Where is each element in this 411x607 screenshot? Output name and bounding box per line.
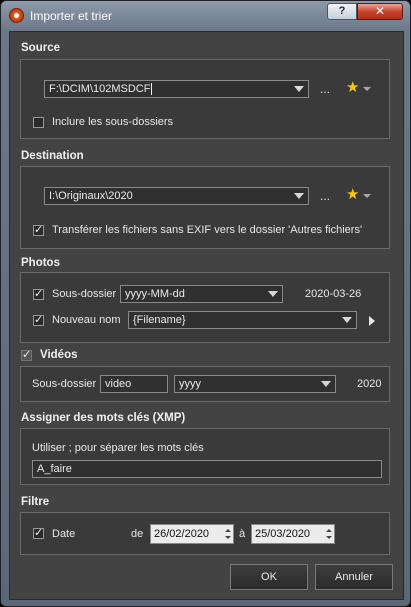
spin-up-icon[interactable] <box>326 529 332 532</box>
destination-header: Destination <box>21 150 84 162</box>
video-subfolder-preview: 2020 <box>357 378 382 390</box>
source-path-combo[interactable]: F:\DCIM\102MSDCF <box>44 80 309 98</box>
import-dialog-window: Importer et trier ? ✕ Source F:\DCIM\102… <box>0 0 411 607</box>
date-to-label: à <box>239 528 246 540</box>
favorite-star-icon[interactable]: ★ <box>346 80 359 95</box>
favorites-dropdown-icon[interactable] <box>363 87 371 91</box>
photo-subfolder-preview: 2020-03-26 <box>305 288 362 300</box>
filter-panel: Date de 26/02/2020 à 25/03/2020 <box>20 512 390 555</box>
cancel-button[interactable]: Annuler <box>315 564 393 590</box>
video-subfolder-name-input[interactable]: video <box>100 375 168 393</box>
chevron-down-icon <box>342 317 352 323</box>
source-path-value: F:\DCIM\102MSDCF <box>49 83 151 95</box>
spin-up-icon[interactable] <box>225 529 231 532</box>
destination-panel: I:\Originaux\2020 ... ★ Transférer les f… <box>20 166 390 249</box>
keywords-header: Assigner des mots clés (XMP) <box>21 412 186 424</box>
transfer-no-exif-label: Transférer les fichiers sans EXIF vers l… <box>52 224 363 236</box>
destination-path-combo[interactable]: I:\Originaux\2020 <box>44 187 309 205</box>
video-subfolder-format-combo[interactable]: yyyy <box>174 375 336 393</box>
source-browse-button[interactable]: ... <box>320 82 330 96</box>
favorite-star-icon[interactable]: ★ <box>346 187 359 202</box>
photo-subfolder-label: Sous-dossier <box>52 288 117 300</box>
close-button[interactable]: ✕ <box>357 3 403 20</box>
photos-header: Photos <box>21 257 60 269</box>
date-from-label: de <box>131 528 144 540</box>
new-name-value: {Filename} <box>133 314 186 326</box>
photo-subfolder-format-combo[interactable]: yyyy-MM-dd <box>120 285 283 303</box>
favorites-dropdown-icon[interactable] <box>363 194 371 198</box>
spin-down-icon[interactable] <box>225 536 231 539</box>
filter-header: Filtre <box>21 496 50 508</box>
insert-token-arrow-icon[interactable] <box>369 316 375 326</box>
keywords-hint: Utiliser ; pour séparer les mots clés <box>32 442 204 454</box>
ok-button[interactable]: OK <box>230 564 308 590</box>
app-logo-icon <box>9 8 24 23</box>
spin-down-icon[interactable] <box>326 536 332 539</box>
photo-subfolder-checkbox[interactable] <box>33 287 44 300</box>
new-name-label: Nouveau nom <box>52 314 121 326</box>
transfer-no-exif-checkbox[interactable] <box>33 223 44 236</box>
keywords-panel: Utiliser ; pour séparer les mots clés A_… <box>20 428 390 485</box>
include-subfolders-label: Inclure les sous-dossiers <box>52 116 174 128</box>
chevron-down-icon <box>321 381 331 387</box>
videos-checkbox[interactable] <box>21 348 32 361</box>
chevron-down-icon <box>294 193 304 199</box>
destination-browse-button[interactable]: ... <box>320 189 330 203</box>
date-filter-label: Date <box>52 528 76 540</box>
date-to-spinbox[interactable]: 25/03/2020 <box>251 524 335 544</box>
help-button[interactable]: ? <box>327 3 357 20</box>
photos-panel: Sous-dossier yyyy-MM-dd 2020-03-26 Nouve… <box>20 272 390 343</box>
new-name-combo[interactable]: {Filename} <box>128 311 357 329</box>
videos-panel: Sous-dossier video yyyy 2020 <box>20 366 390 402</box>
keywords-input[interactable]: A_faire <box>32 460 382 478</box>
source-panel: F:\DCIM\102MSDCF ... ★ Inclure les sous-… <box>20 59 390 139</box>
videos-header: Vidéos <box>40 349 78 361</box>
date-from-value: 26/02/2020 <box>154 528 210 540</box>
new-name-checkbox[interactable] <box>33 313 44 326</box>
title-bar[interactable]: Importer et trier ? ✕ <box>1 1 410 31</box>
date-from-spinbox[interactable]: 26/02/2020 <box>150 524 234 544</box>
source-header: Source <box>21 42 60 54</box>
photo-subfolder-format-value: yyyy-MM-dd <box>125 288 185 300</box>
video-subfolder-label: Sous-dossier <box>32 378 97 390</box>
chevron-down-icon <box>294 86 304 92</box>
date-to-value: 25/03/2020 <box>255 528 311 540</box>
window-title: Importer et trier <box>30 9 113 23</box>
destination-path-value: I:\Originaux\2020 <box>49 190 133 202</box>
include-subfolders-checkbox[interactable] <box>33 117 44 128</box>
dialog-body: Source F:\DCIM\102MSDCF ... ★ Inclure le… <box>9 31 404 600</box>
chevron-down-icon <box>268 291 278 297</box>
date-filter-checkbox[interactable] <box>33 526 44 539</box>
video-subfolder-format-value: yyyy <box>179 378 201 390</box>
